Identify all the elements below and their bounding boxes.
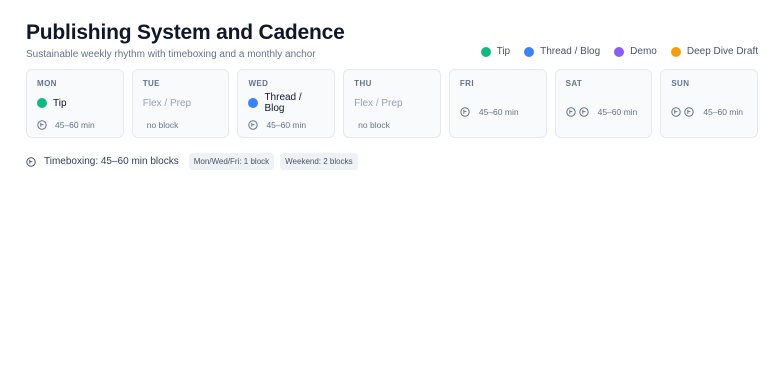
day-name: WED <box>248 79 269 88</box>
day-time: 45–60 min <box>248 119 324 131</box>
time-label: 45–60 min <box>703 107 744 117</box>
no-block-label: no block <box>146 120 179 130</box>
day-activity: Flex / Prep <box>354 97 430 109</box>
activity-label: Tip <box>53 97 67 109</box>
page-subtitle: Sustainable weekly rhythm with timeboxin… <box>26 49 316 60</box>
legend: Tip Thread / Blog Demo Deep Dive Draft <box>480 46 758 57</box>
clock-icon <box>671 107 682 117</box>
day-time: 45–60 min <box>460 106 519 118</box>
time-label: 45–60 min <box>266 120 307 130</box>
day-card-sun[interactable]: SUN 45–60 min <box>660 69 759 138</box>
day-time: no block <box>354 119 430 131</box>
clock-icons <box>671 107 695 117</box>
clock-icon <box>578 107 589 117</box>
weekend-blocks-chip: Weekend: 2 blocks <box>280 153 358 170</box>
time-label: 45–60 min <box>478 107 519 117</box>
activity-label: Flex / Prep <box>354 97 403 109</box>
day-name: THU <box>354 79 372 88</box>
clock-icon <box>37 120 47 130</box>
thread-blog-color-dot-icon <box>248 98 259 108</box>
day-card-mon[interactable]: MON Tip 45–60 min <box>26 69 124 138</box>
day-card-thu[interactable]: THU Flex / Prep no block <box>343 69 441 138</box>
demo-color-dot-icon <box>614 46 625 57</box>
legend-item-tip: Tip <box>480 46 511 57</box>
day-activity: Flex / Prep <box>143 97 219 109</box>
day-name: SUN <box>671 79 690 88</box>
page-title: Publishing System and Cadence <box>26 21 345 44</box>
legend-label: Deep Dive Draft <box>686 46 758 57</box>
no-block-label: no block <box>358 120 390 130</box>
day-time: 45–60 min <box>37 119 113 131</box>
day-card-fri[interactable]: FRI 45–60 min <box>448 69 547 138</box>
day-card-wed[interactable]: WED Thread / Blog 45–60 min <box>237 69 336 138</box>
weekday-blocks-chip: Mon/Wed/Fri: 1 block <box>188 153 275 170</box>
clock-icon <box>248 120 259 130</box>
activity-label: Flex / Prep <box>142 97 192 109</box>
clock-icon <box>460 107 470 117</box>
legend-label: Thread / Blog <box>540 46 601 57</box>
deep-dive-color-dot-icon <box>670 46 681 57</box>
time-label: 45–60 min <box>597 107 638 117</box>
timeboxing-summary: Timeboxing: 45–60 min blocks Mon/Wed/Fri… <box>26 153 358 170</box>
tip-color-dot-icon <box>480 46 491 57</box>
activity-label: Thread / Blog <box>264 92 302 114</box>
day-name: SAT <box>565 79 583 88</box>
day-time: 45–60 min <box>671 106 743 118</box>
day-time: no block <box>143 119 219 131</box>
day-name: FRI <box>459 79 474 88</box>
legend-item-deep-dive-draft: Deep Dive Draft <box>670 46 758 57</box>
clock-icon <box>684 107 695 117</box>
clock-icon <box>26 156 36 167</box>
thread-blog-color-dot-icon <box>524 46 535 57</box>
timeboxing-label: Timeboxing: 45–60 min blocks <box>44 156 179 167</box>
day-activity: Tip <box>37 97 113 109</box>
clock-icons <box>565 107 589 117</box>
legend-label: Demo <box>630 46 657 57</box>
day-card-tue[interactable]: TUE Flex / Prep no block <box>131 69 230 138</box>
page-header: Publishing System and Cadence Sustainabl… <box>26 21 345 61</box>
clock-icon <box>565 107 576 117</box>
legend-item-thread-blog: Thread / Blog <box>524 46 600 57</box>
day-card-sat[interactable]: SAT 45–60 min <box>554 69 653 138</box>
day-activity: Thread / Blog <box>248 92 324 114</box>
legend-label: Tip <box>496 46 511 57</box>
time-label: 45–60 min <box>55 120 95 130</box>
weekly-schedule: MON Tip 45–60 min TUE Flex / Prep no blo… <box>26 69 759 138</box>
day-name: MON <box>37 79 57 88</box>
day-name: TUE <box>142 79 160 88</box>
legend-item-demo: Demo <box>614 46 657 57</box>
day-time: 45–60 min <box>565 106 638 118</box>
tip-color-dot-icon <box>37 98 47 108</box>
